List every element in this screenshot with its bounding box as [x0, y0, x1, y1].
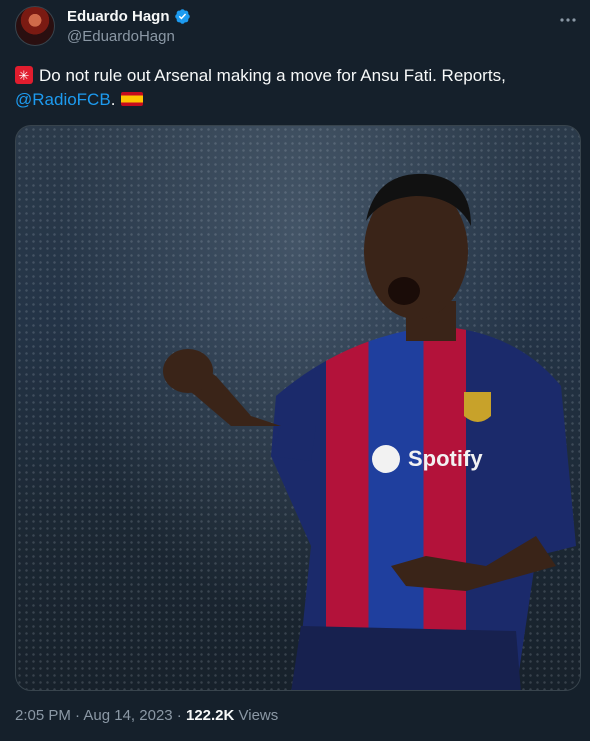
- verified-badge-icon: [174, 9, 190, 24]
- views-label: Views: [234, 707, 279, 724]
- player-illustration: Spotify: [163, 173, 576, 690]
- shirt-sponsor-text: Spotify: [408, 446, 483, 471]
- tweet-period: .: [110, 90, 116, 109]
- more-options-icon[interactable]: [558, 10, 578, 30]
- tweet-header: Eduardo Hagn @EduardoHagn: [15, 6, 578, 50]
- rotating-light-icon: [15, 65, 33, 89]
- tweet-image[interactable]: Spotify: [15, 125, 581, 691]
- tweet-body: Do not rule out Arsenal making a move fo…: [39, 66, 506, 85]
- spain-flag-icon: [121, 92, 144, 106]
- tweet-meta: 2:05 PM · Aug 14, 2023 · 122.2K Views: [15, 707, 278, 724]
- meta-separator: ·: [172, 707, 186, 724]
- tweet-text: Do not rule out Arsenal making a move fo…: [15, 64, 575, 112]
- name-row: Eduardo Hagn: [67, 8, 191, 25]
- tweet-date[interactable]: Aug 14, 2023: [83, 707, 172, 724]
- avatar[interactable]: [15, 6, 55, 46]
- tweet-time[interactable]: 2:05 PM: [15, 707, 71, 724]
- handle[interactable]: @EduardoHagn: [67, 28, 175, 45]
- display-name[interactable]: Eduardo Hagn: [67, 8, 170, 25]
- meta-separator: ·: [70, 707, 84, 724]
- views-count: 122.2K: [185, 707, 235, 724]
- mention-link[interactable]: @RadioFCB: [15, 90, 111, 109]
